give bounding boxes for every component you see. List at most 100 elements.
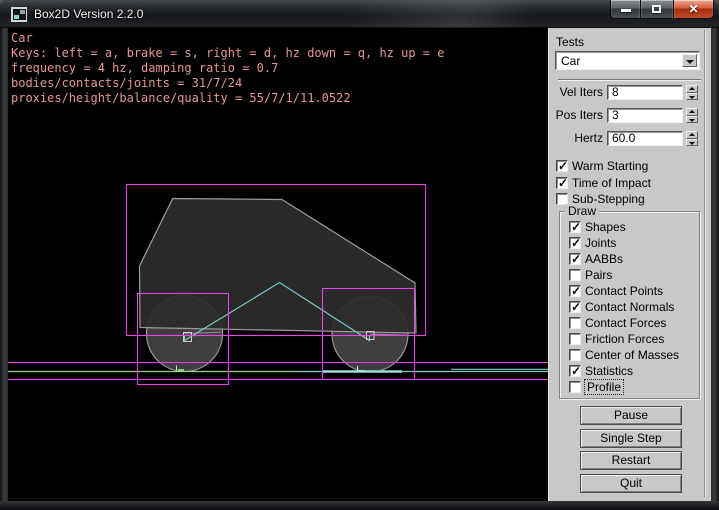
arrow-down-icon xyxy=(689,96,695,99)
checkbox-time-of-impact[interactable]: Time of Impact xyxy=(556,175,651,192)
simulation-canvas[interactable]: CarKeys: left = a, brake = s, right = d,… xyxy=(8,28,548,501)
spinner-label: Hertz xyxy=(549,131,607,146)
checkbox-statistics[interactable]: Statistics xyxy=(569,363,679,379)
app-icon xyxy=(11,7,27,22)
unchecked-checkbox-icon[interactable] xyxy=(569,269,581,281)
checked-checkbox-icon[interactable] xyxy=(556,160,568,172)
canvas-text-line: proxies/height/balance/quality = 55/7/1/… xyxy=(11,91,444,106)
checked-checkbox-icon[interactable] xyxy=(569,285,581,297)
arrow-down-icon xyxy=(689,142,695,145)
settings-checkboxes: Warm StartingTime of ImpactSub-Stepping xyxy=(556,158,651,208)
spinner-label: Pos Iters xyxy=(549,108,607,123)
spinner-row-vel-iters: Vel Iters8 xyxy=(549,85,704,100)
checkbox-contact-forces[interactable]: Contact Forces xyxy=(569,315,679,331)
checkbox-center-of-masses[interactable]: Center of Masses xyxy=(569,347,679,363)
spinner-row-hertz: Hertz60.0 xyxy=(549,131,704,146)
canvas-text-line: Keys: left = a, brake = s, right = d, hz… xyxy=(11,46,444,61)
checked-checkbox-icon[interactable] xyxy=(569,221,581,233)
arrow-up-icon xyxy=(689,110,695,113)
checked-checkbox-icon[interactable] xyxy=(569,237,581,249)
checkbox-label: Warm Starting xyxy=(572,159,648,173)
window-border-right xyxy=(711,28,719,501)
titlebar-gloss xyxy=(349,0,609,28)
hertz-input[interactable]: 60.0 xyxy=(607,131,683,146)
vel-iters-spinner xyxy=(686,85,698,100)
canvas-text: CarKeys: left = a, brake = s, right = d,… xyxy=(11,31,444,106)
checkbox-label: Center of Masses xyxy=(585,348,679,362)
pos-iters-spin-up[interactable] xyxy=(686,108,698,116)
arrow-up-icon xyxy=(689,87,695,90)
checkbox-label: Friction Forces xyxy=(585,332,664,346)
hertz-spin-down[interactable] xyxy=(686,139,698,147)
hertz-spinner xyxy=(686,131,698,146)
window-titlebar[interactable]: Box2D Version 2.2.0 ✕ xyxy=(0,0,719,28)
pause-button[interactable]: Pause xyxy=(580,406,682,425)
draw-checkboxes: Shapes Joints AABBs Pairs Contact Points Cont… xyxy=(569,219,679,395)
unchecked-checkbox-icon[interactable] xyxy=(569,349,581,361)
quit-button[interactable]: Quit xyxy=(580,474,682,493)
pos-iters-spinner xyxy=(686,108,698,123)
canvas-text-line: Car xyxy=(11,31,444,46)
checked-checkbox-icon[interactable] xyxy=(569,301,581,313)
spinner-label: Vel Iters xyxy=(549,85,607,100)
close-button[interactable]: ✕ xyxy=(673,0,714,19)
maximize-button[interactable] xyxy=(641,0,673,19)
restart-button[interactable]: Restart xyxy=(580,451,682,470)
maximize-icon xyxy=(652,5,661,13)
window-border-left xyxy=(0,28,8,501)
checkbox-contact-normals[interactable]: Contact Normals xyxy=(569,299,679,315)
checked-checkbox-icon[interactable] xyxy=(569,365,581,377)
unchecked-checkbox-icon[interactable] xyxy=(569,333,581,345)
tests-dropdown[interactable]: Car xyxy=(555,51,700,70)
window-title: Box2D Version 2.2.0 xyxy=(34,7,143,21)
checkbox-label: AABBs xyxy=(585,252,623,266)
unchecked-checkbox-icon[interactable] xyxy=(569,317,581,329)
vel-iters-spin-down[interactable] xyxy=(686,93,698,101)
checkbox-label: Contact Points xyxy=(585,284,663,298)
checkbox-aabbs[interactable]: AABBs xyxy=(569,251,679,267)
checkbox-label: Profile xyxy=(585,380,623,394)
control-panel: Tests Car Vel Iters8Pos Iters3Hertz60.0 … xyxy=(548,28,711,501)
checkbox-label: Shapes xyxy=(585,220,626,234)
draw-group-label: Draw xyxy=(565,204,599,218)
checkbox-joints[interactable]: Joints xyxy=(569,235,679,251)
canvas-text-line: bodies/contacts/joints = 31/7/24 xyxy=(11,76,444,91)
checkbox-profile[interactable]: Profile xyxy=(569,379,679,395)
checked-checkbox-icon[interactable] xyxy=(556,177,568,189)
checkbox-label: Contact Forces xyxy=(585,316,666,330)
close-icon: ✕ xyxy=(674,2,713,16)
minimize-button[interactable] xyxy=(610,0,641,19)
minimize-icon xyxy=(621,9,631,12)
checkbox-friction-forces[interactable]: Friction Forces xyxy=(569,331,679,347)
separator xyxy=(558,79,701,81)
single-step-button[interactable]: Single Step xyxy=(580,429,682,448)
arrow-down-icon xyxy=(689,119,695,122)
checkbox-label: Time of Impact xyxy=(572,176,651,190)
checkbox-pairs[interactable]: Pairs xyxy=(569,267,679,283)
checkbox-label: Contact Normals xyxy=(585,300,674,314)
checkbox-shapes[interactable]: Shapes xyxy=(569,219,679,235)
checkbox-label: Pairs xyxy=(585,268,612,282)
checked-checkbox-icon[interactable] xyxy=(569,253,581,265)
vel-iters-spin-up[interactable] xyxy=(686,85,698,93)
spinner-row-pos-iters: Pos Iters3 xyxy=(549,108,704,123)
tests-label: Tests xyxy=(556,35,584,49)
vel-iters-input[interactable]: 8 xyxy=(607,85,683,100)
checkbox-label: Statistics xyxy=(585,364,633,378)
checkbox-contact-points[interactable]: Contact Points xyxy=(569,283,679,299)
app-window: Box2D Version 2.2.0 ✕ xyxy=(0,0,719,510)
dropdown-arrow-button[interactable] xyxy=(682,54,697,67)
pos-iters-input[interactable]: 3 xyxy=(607,108,683,123)
window-border-bottom xyxy=(0,501,719,510)
checkbox-label: Joints xyxy=(585,236,616,250)
hertz-spin-up[interactable] xyxy=(686,131,698,139)
spinner-rows: Vel Iters8Pos Iters3Hertz60.0 xyxy=(549,85,704,154)
checkbox-warm-starting[interactable]: Warm Starting xyxy=(556,158,651,175)
caption-buttons: ✕ xyxy=(610,0,714,19)
action-buttons: Pause Single Step Restart Quit xyxy=(580,406,682,496)
panel-column-groove xyxy=(704,30,706,497)
tests-dropdown-value: Car xyxy=(561,54,580,68)
unchecked-checkbox-icon[interactable] xyxy=(569,381,581,393)
pos-iters-spin-down[interactable] xyxy=(686,116,698,124)
chevron-down-icon xyxy=(686,60,694,64)
